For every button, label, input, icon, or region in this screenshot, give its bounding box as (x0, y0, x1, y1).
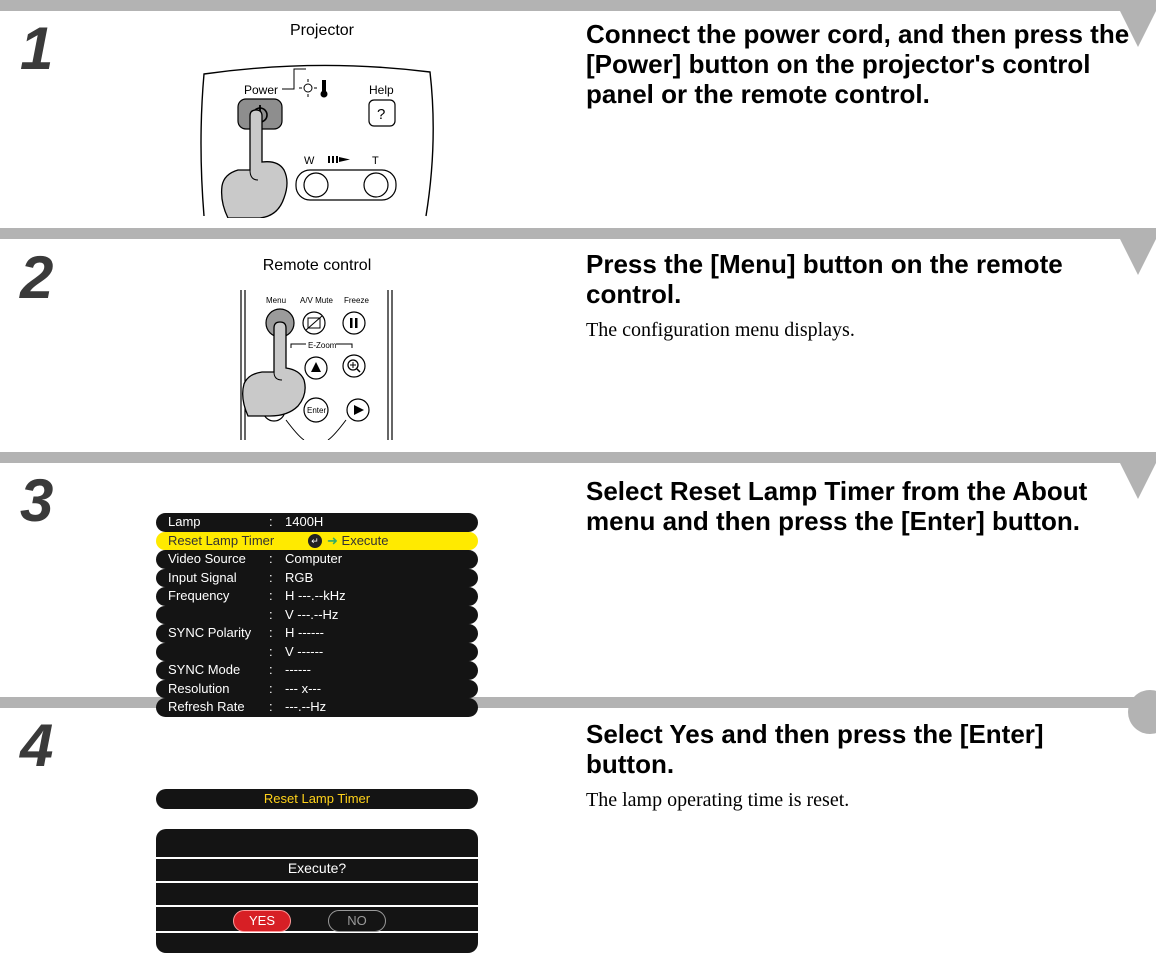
menu-row-label: Frequency (168, 588, 230, 603)
menu-label: Menu (266, 296, 286, 305)
menu-row-separator: : (269, 514, 273, 529)
about-menu: Lamp : 1400H Reset Lamp Timer ↵ ➜ Execute… (156, 513, 478, 717)
menu-row-label: SYNC Mode (168, 662, 241, 677)
freeze-label: Freeze (344, 296, 369, 305)
tele-label: T (372, 155, 379, 167)
step-number-2: 2 (20, 244, 54, 311)
menu-row-value: V ------ (285, 643, 324, 659)
remote-control-caption: Remote control (262, 257, 372, 274)
menu-row-label: Refresh Rate (168, 699, 245, 714)
help-label: Help (369, 83, 394, 97)
menu-row-label: Reset Lamp Timer (168, 532, 275, 548)
reset-lamp-timer-dialog: Execute? YES NO (156, 829, 478, 953)
menu-row-separator: : (269, 662, 273, 677)
step-2-heading: Press the [Menu] button on the remote co… (586, 249, 1063, 309)
divider (156, 905, 478, 907)
menu-row-input-signal: Input Signal : RGB (156, 568, 478, 587)
menu-row-separator: : (269, 551, 273, 566)
step-3-heading: Select Reset Lamp Timer from the About m… (586, 476, 1088, 536)
menu-row-value: RGB (285, 569, 314, 585)
no-button[interactable]: NO (328, 910, 386, 932)
menu-row-separator: : (269, 680, 273, 696)
menu-row-label: SYNC Polarity (168, 625, 252, 640)
menu-row-value: V ---.--Hz (285, 606, 339, 622)
menu-row-separator: : (269, 699, 273, 714)
av-mute-label: A/V Mute (300, 296, 333, 305)
menu-row-sync-mode: SYNC Mode : ------ (156, 661, 478, 680)
menu-row-value: H ---.--kHz (285, 588, 346, 603)
menu-row-separator: : (269, 588, 273, 603)
menu-row-resolution: Resolution : --- x--- (156, 679, 478, 698)
projector-control-panel-illustration: Power Help ? W T (200, 64, 434, 218)
projector-caption: Projector (289, 22, 355, 39)
menu-row-lamp: Lamp : 1400H (156, 513, 478, 532)
reset-lamp-timer-title: Reset Lamp Timer (156, 789, 478, 809)
menu-row-value: H ------ (285, 625, 324, 640)
e-zoom-label: E-Zoom (308, 341, 337, 350)
enter-label: Enter (307, 406, 326, 415)
section-band-1 (0, 0, 1156, 11)
step-number-4: 4 (20, 712, 54, 779)
menu-row-label: Lamp (168, 514, 201, 529)
wide-label: W (304, 155, 315, 167)
menu-row-sync-polarity: SYNC Polarity : H ------ (156, 624, 478, 643)
menu-row-frequency-v: : V ---.--Hz (156, 605, 478, 624)
divider (156, 931, 478, 933)
step-4-description: The lamp operating time is reset. (586, 789, 850, 811)
enter-icon: ↵ (306, 532, 324, 551)
menu-row-value: 1400H (285, 514, 324, 529)
section-band-3 (0, 452, 1156, 463)
step-number-1: 1 (20, 15, 54, 82)
menu-row-label: Resolution (168, 680, 230, 696)
menu-row-separator: : (269, 569, 273, 585)
menu-row-reset-lamp-timer[interactable]: Reset Lamp Timer ↵ ➜ Execute (156, 531, 478, 551)
step-4-heading: Select Yes and then press the [Enter] bu… (586, 719, 1044, 779)
menu-row-frequency: Frequency : H ---.--kHz (156, 587, 478, 606)
step-2-description: The configuration menu displays. (586, 319, 855, 341)
menu-row-separator: : (269, 606, 273, 622)
menu-row-value: --- x--- (285, 680, 322, 696)
step-1-heading: Connect the power cord, and then press t… (586, 19, 1130, 109)
av-mute-icon (305, 315, 323, 331)
yes-button[interactable]: YES (233, 910, 291, 932)
menu-row-value: ---.--Hz (285, 699, 327, 714)
menu-row-separator: : (269, 625, 273, 640)
divider (156, 857, 478, 859)
menu-row-value: ------ (285, 662, 311, 677)
menu-row-refresh-rate: Refresh Rate : ---.--Hz (156, 698, 478, 717)
remote-control-illustration: Menu A/V Mute Freeze E-Zoom Enter (240, 290, 393, 440)
step-number-3: 3 (20, 467, 54, 534)
execute-action[interactable]: ↵ ➜ Execute (306, 532, 389, 551)
menu-row-video-source: Video Source : Computer (156, 550, 478, 569)
help-icon: ? (377, 106, 385, 123)
power-label: Power (244, 83, 278, 97)
menu-row-sync-polarity-v: : V ------ (156, 642, 478, 661)
divider (156, 881, 478, 883)
menu-row-value: Computer (285, 551, 343, 566)
section-band-2 (0, 228, 1156, 239)
menu-row-label: Input Signal (168, 569, 237, 585)
menu-row-separator: : (269, 643, 273, 659)
arrow-icon: ➜ (327, 532, 338, 548)
menu-row-label: Video Source (168, 551, 246, 566)
pressing-hand-icon (242, 321, 306, 417)
execute-question: Execute? (287, 860, 347, 876)
